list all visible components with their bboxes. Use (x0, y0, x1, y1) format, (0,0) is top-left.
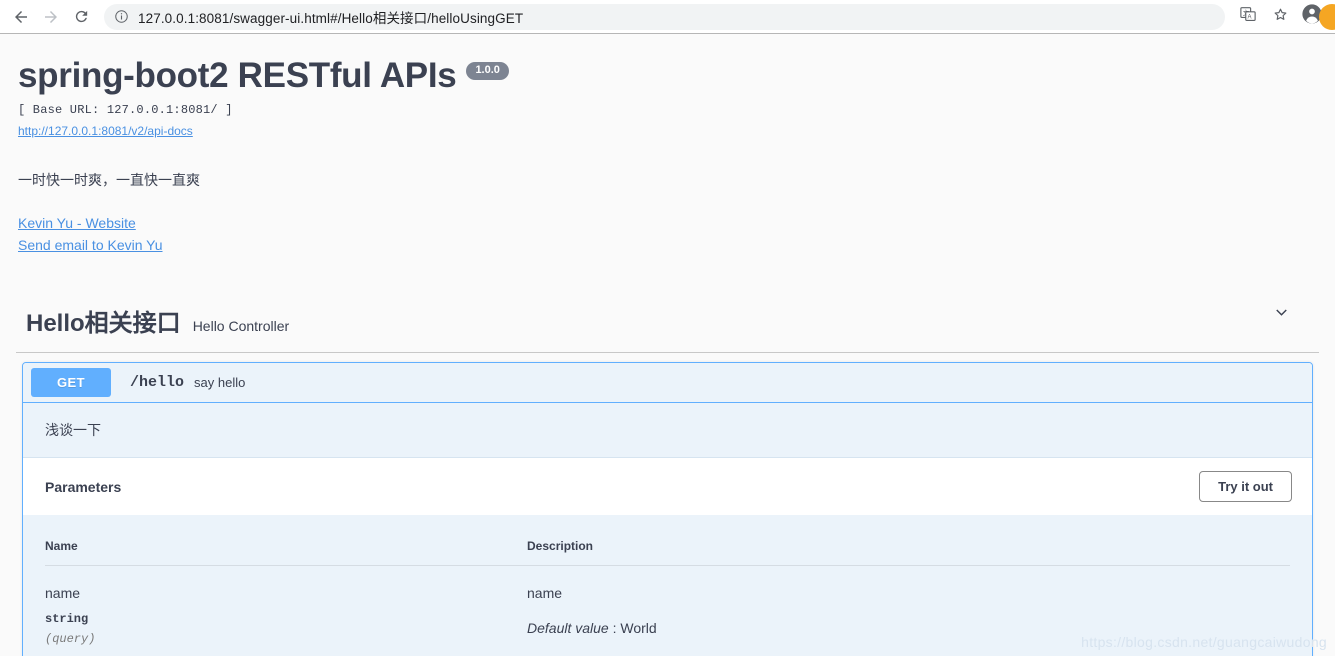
operation-block-get-hello: GET /hello say hello 浅谈一下 Parameters Try… (22, 362, 1313, 656)
column-header-name: Name (45, 539, 78, 554)
api-description: 一时快一时爽，一直快一直爽 (18, 172, 200, 189)
page-title: spring-boot2 RESTful APIs (18, 56, 457, 95)
back-button[interactable] (6, 2, 36, 32)
parameters-table-header: Name Description (45, 515, 1290, 567)
parameter-default: Default value : World (527, 620, 1290, 636)
reload-icon (73, 8, 90, 25)
tag-name: Hello相关接口 (26, 310, 181, 338)
version-badge: 1.0.0 (466, 62, 509, 80)
arrow-left-icon (12, 8, 30, 26)
chevron-down-icon (1273, 304, 1290, 326)
contact-email-link[interactable]: Send email to Kevin Yu (18, 234, 1319, 256)
parameters-heading: Parameters (45, 478, 122, 495)
parameter-description-cell: name Default value : World (527, 585, 1290, 645)
table-row: name string (query) name Default value :… (45, 566, 1290, 656)
parameter-default-separator: : (608, 619, 621, 636)
reload-button[interactable] (66, 2, 96, 32)
tag-header[interactable]: Hello相关接口 Hello Controller (16, 303, 1319, 354)
svg-text:A: A (1247, 15, 1251, 21)
base-url: [ Base URL: 127.0.0.1:8081/ ] (18, 103, 233, 118)
http-method-badge: GET (31, 368, 111, 398)
tag-collapse-button[interactable] (1271, 305, 1291, 325)
address-bar[interactable]: 127.0.0.1:8081/swagger-ui.html#/Hello相关接… (104, 3, 1225, 30)
parameter-type: string (45, 611, 89, 626)
operation-summary-row[interactable]: GET /hello say hello (23, 363, 1312, 404)
translate-button[interactable]: 文 A (1233, 2, 1263, 32)
api-docs-link[interactable]: http://127.0.0.1:8081/v2/api-docs (18, 124, 193, 138)
swagger-page: spring-boot2 RESTful APIs 1.0.0 [ Base U… (0, 34, 1335, 656)
bookmark-button[interactable] (1265, 2, 1295, 32)
parameter-name: name (45, 585, 81, 602)
star-icon (1271, 5, 1290, 29)
parameter-default-label: Default value (527, 619, 609, 636)
tag-description: Hello Controller (192, 318, 290, 335)
operation-description: 浅谈一下 (23, 403, 1312, 459)
parameter-location: (query) (45, 631, 96, 646)
try-it-out-button[interactable]: Try it out (1199, 471, 1292, 503)
parameters-table: Name Description name string (query) nam… (23, 515, 1312, 656)
arrow-right-icon (42, 8, 60, 26)
operation-path: /hello (130, 374, 185, 392)
parameter-default-value: World (620, 619, 657, 636)
parameter-description: name (527, 585, 563, 602)
column-header-description: Description (527, 539, 594, 554)
contact-website-link[interactable]: Kevin Yu - Website (18, 212, 1319, 234)
forward-button[interactable] (36, 2, 66, 32)
contact-links: Kevin Yu - Website Send email to Kevin Y… (18, 212, 1319, 256)
browser-toolbar: 127.0.0.1:8081/swagger-ui.html#/Hello相关接… (0, 0, 1335, 34)
operation-summary: say hello (194, 375, 246, 391)
tag-section: Hello相关接口 Hello Controller GET /hello sa… (16, 303, 1319, 656)
parameters-header-row: Parameters Try it out (23, 458, 1312, 516)
parameter-name-cell: name string (query) (45, 585, 527, 646)
chrome-action-buttons: 文 A (1231, 2, 1327, 32)
api-title-row: spring-boot2 RESTful APIs 1.0.0 (18, 56, 1319, 96)
info-circle-icon[interactable] (114, 9, 129, 24)
api-info-block: spring-boot2 RESTful APIs 1.0.0 [ Base U… (16, 34, 1319, 256)
address-bar-url[interactable]: 127.0.0.1:8081/swagger-ui.html#/Hello相关接… (138, 7, 523, 27)
translate-icon: 文 A (1239, 5, 1257, 28)
